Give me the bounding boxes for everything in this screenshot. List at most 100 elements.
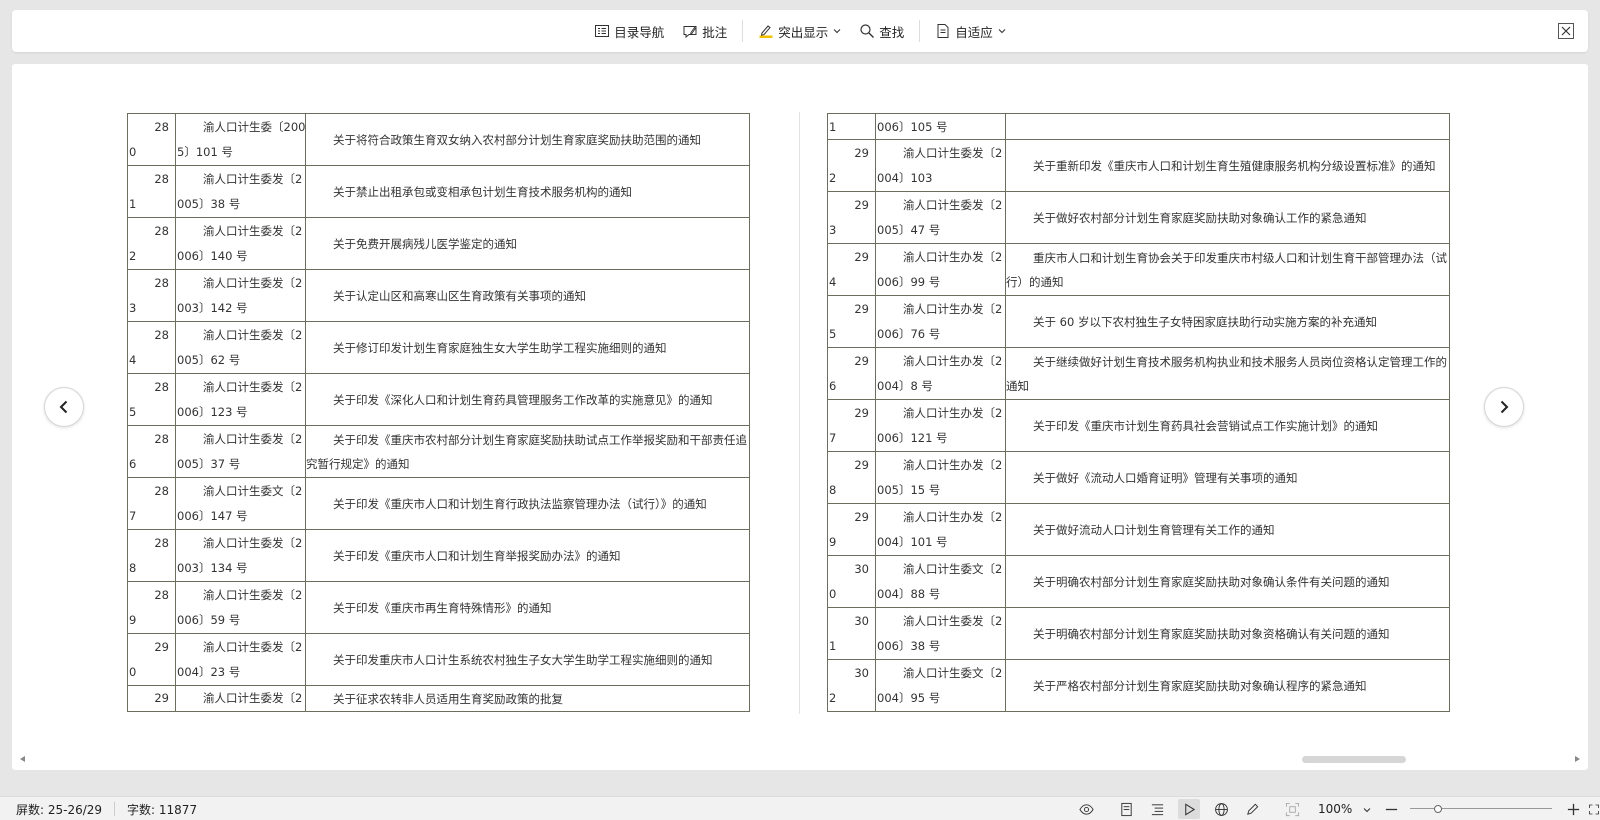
row-number-cell: 29 9 bbox=[827, 503, 876, 556]
fit-button[interactable]: 自适应 bbox=[929, 17, 1012, 45]
annotate-button[interactable]: 批注 bbox=[676, 17, 733, 45]
row-number-cell: 29 bbox=[127, 685, 176, 712]
doc-number-part1: 渝人口计生委发〔2 bbox=[203, 535, 303, 550]
zoom-out-button[interactable] bbox=[1383, 801, 1399, 817]
document-viewer: 28 0 渝人口计生委〔200 5〕101 号关于将符合政策生育双女纳入农村部分计划生… bbox=[12, 64, 1588, 770]
table-row: 29 9 渝人口计生办发〔2 004〕101 号 关于做好流动人口计划生育管理有关工作的… bbox=[827, 503, 1450, 556]
scroll-left-arrow[interactable] bbox=[20, 756, 25, 762]
doc-number-part2: 003〕142 号 bbox=[177, 300, 248, 315]
search-icon bbox=[860, 24, 875, 38]
find-button[interactable]: 查找 bbox=[853, 17, 910, 45]
prev-page-button[interactable] bbox=[44, 387, 84, 427]
row-number-part1: 28 bbox=[154, 171, 169, 186]
outline-view-button[interactable] bbox=[1149, 801, 1165, 817]
zoom-slider-handle[interactable] bbox=[1434, 805, 1443, 813]
title-text: 关于印发《重庆市计划生育药具社会营销试点工作实施计划》的通知 bbox=[1033, 418, 1378, 433]
left-page-table: 28 0 渝人口计生委〔200 5〕101 号关于将符合政策生育双女纳入农村部分计划生… bbox=[127, 113, 750, 712]
annotate-label: 批注 bbox=[702, 24, 728, 40]
title-cell: 关于印发《重庆市再生育特殊情形》的通知 bbox=[305, 581, 750, 634]
highlight-button[interactable]: 突出显示 bbox=[752, 17, 847, 45]
row-number-part1: 29 bbox=[854, 301, 869, 316]
close-icon bbox=[1561, 26, 1571, 36]
minus-icon bbox=[1385, 808, 1397, 810]
fullscreen-button[interactable] bbox=[1588, 801, 1600, 817]
doc-number-cell: 渝人口计生委〔200 5〕101 号 bbox=[175, 113, 306, 166]
row-number-cell: 29 4 bbox=[827, 243, 876, 296]
doc-number-part1: 渝人口计生办发〔2 bbox=[903, 405, 1003, 420]
title-text: 关于将符合政策生育双女纳入农村部分计划生育家庭奖励扶助范围的通知 bbox=[333, 132, 701, 147]
zoom-slider-track[interactable] bbox=[1410, 808, 1552, 809]
doc-number-part2: 005〕47 号 bbox=[877, 222, 941, 237]
row-number-cell: 28 9 bbox=[127, 581, 176, 634]
row-number-cell: 28 8 bbox=[127, 529, 176, 582]
row-number-part1: 30 bbox=[854, 561, 869, 576]
row-number-part1: 29 bbox=[854, 353, 869, 368]
fit-screen-button[interactable] bbox=[1284, 801, 1300, 817]
doc-number-part1: 渝人口计生委〔200 bbox=[203, 119, 305, 134]
chevron-down-icon[interactable] bbox=[1363, 806, 1371, 814]
title-cell: 关于严格农村部分计划生育家庭奖励扶助对象确认程序的紧急通知 bbox=[1005, 659, 1450, 712]
row-number-part2: 3 bbox=[129, 300, 137, 315]
doc-number-part2: 006〕99 号 bbox=[877, 274, 941, 289]
web-view-button[interactable] bbox=[1213, 801, 1229, 817]
page-view-button[interactable] bbox=[1118, 801, 1134, 817]
table-row: 28 1 渝人口计生委发〔2 005〕38 号 关于禁止出租承包或变相承包计划生育技术服… bbox=[127, 165, 750, 218]
row-number-part2: 1 bbox=[829, 638, 837, 653]
find-label: 查找 bbox=[879, 24, 905, 40]
row-number-part2: 5 bbox=[129, 404, 137, 419]
doc-number-cell: 渝人口计生委发〔2 006〕59 号 bbox=[175, 581, 306, 634]
doc-number-part1: 渝人口计生办发〔2 bbox=[903, 249, 1003, 264]
eye-protect-button[interactable] bbox=[1078, 801, 1094, 817]
doc-number-cell: 渝人口计生办发〔2 006〕99 号 bbox=[875, 243, 1006, 296]
read-mode-button[interactable] bbox=[1178, 799, 1200, 819]
table-row: 28 5 渝人口计生委发〔2 006〕123 号 关于印发《深化人口和计划生育药具管理服… bbox=[127, 373, 750, 426]
toc-nav-button[interactable]: 目录导航 bbox=[588, 17, 670, 45]
scroll-right-arrow[interactable] bbox=[1575, 756, 1580, 762]
title-text: 关于禁止出租承包或变相承包计划生育技术服务机构的通知 bbox=[333, 184, 632, 199]
fit-screen-icon bbox=[1285, 802, 1299, 816]
doc-number-cell: 渝人口计生委发〔2 004〕23 号 bbox=[175, 633, 306, 686]
doc-number-cell: 渝人口计生委发〔2 006〕123 号 bbox=[175, 373, 306, 426]
next-page-button[interactable] bbox=[1484, 387, 1524, 427]
table-row: 28 7 渝人口计生委文〔2 006〕147 号 关于印发《重庆市人口和计划生育行政执法… bbox=[127, 477, 750, 530]
row-number: 1 bbox=[829, 119, 837, 134]
zoom-level[interactable]: 100% bbox=[1318, 802, 1352, 816]
annotate-icon bbox=[683, 26, 697, 39]
doc-number-cell: 006〕105 号 bbox=[875, 113, 1006, 140]
status-right: 100% bbox=[1060, 797, 1600, 820]
status-separator bbox=[114, 802, 116, 816]
table-row: 29 2 渝人口计生委发〔2 004〕103 关于重新印发《重庆市人口和计划生育生殖健康… bbox=[827, 139, 1450, 192]
status-left: 屏数: 25-26/29 字数: 11877 bbox=[16, 797, 197, 820]
doc-number-part1: 渝人口计生委文〔2 bbox=[203, 483, 303, 498]
chevron-down-icon bbox=[833, 29, 841, 34]
doc-number-cell: 渝人口计生委发〔2 005〕62 号 bbox=[175, 321, 306, 374]
toc-nav-label: 目录导航 bbox=[614, 24, 665, 40]
row-number-cell: 29 5 bbox=[827, 295, 876, 348]
pen-button[interactable] bbox=[1244, 801, 1260, 817]
horizontal-scrollbar-thumb[interactable] bbox=[1302, 756, 1406, 763]
pen-icon bbox=[1246, 803, 1258, 815]
title-text: 关于明确农村部分计划生育家庭奖励扶助对象确认条件有关问题的通知 bbox=[1033, 574, 1390, 589]
doc-number-part2: 004〕8 号 bbox=[877, 378, 933, 393]
zoom-in-button[interactable] bbox=[1565, 801, 1581, 817]
title-text: 关于印发《深化人口和计划生育药具管理服务工作改革的实施意见》的通知 bbox=[333, 392, 713, 407]
doc-number-part2: 005〕38 号 bbox=[177, 196, 241, 211]
close-button[interactable] bbox=[1558, 23, 1574, 39]
row-number-part1: 28 bbox=[154, 379, 169, 394]
title-cell: 关于做好流动人口计划生育管理有关工作的通知 bbox=[1005, 503, 1450, 556]
doc-number-cell: 渝人口计生办发〔2 006〕121 号 bbox=[875, 399, 1006, 452]
title-text: 重庆市人口和计划生育协会关于印发重庆市村级人口和计划生育干部管理办法（试行）的通… bbox=[1006, 250, 1447, 289]
doc-number-part1: 渝人口计生办发〔2 bbox=[903, 509, 1003, 524]
row-number-cell: 30 0 bbox=[827, 555, 876, 608]
highlight-label: 突出显示 bbox=[778, 24, 829, 40]
table-row: 28 8 渝人口计生委发〔2 003〕134 号 关于印发《重庆市人口和计划生育举报奖励… bbox=[127, 529, 750, 582]
doc-number-part1: 渝人口计生委发〔2 bbox=[903, 613, 1003, 628]
title-cell: 关于征求农转非人员适用生育奖励政策的批复 bbox=[305, 685, 750, 712]
row-number-part2: 2 bbox=[829, 170, 837, 185]
doc-number-part2: 006〕76 号 bbox=[877, 326, 941, 341]
title-cell: 关于修订印发计划生育家庭独生女大学生助学工程实施细则的通知 bbox=[305, 321, 750, 374]
doc-number-part1: 渝人口计生委文〔2 bbox=[903, 561, 1003, 576]
row-number-cell: 28 5 bbox=[127, 373, 176, 426]
row-number-cell: 28 3 bbox=[127, 269, 176, 322]
title-text: 关于印发《重庆市农村部分计划生育家庭奖励扶助试点工作举报奖励和干部责任追究暂行规… bbox=[306, 432, 747, 471]
